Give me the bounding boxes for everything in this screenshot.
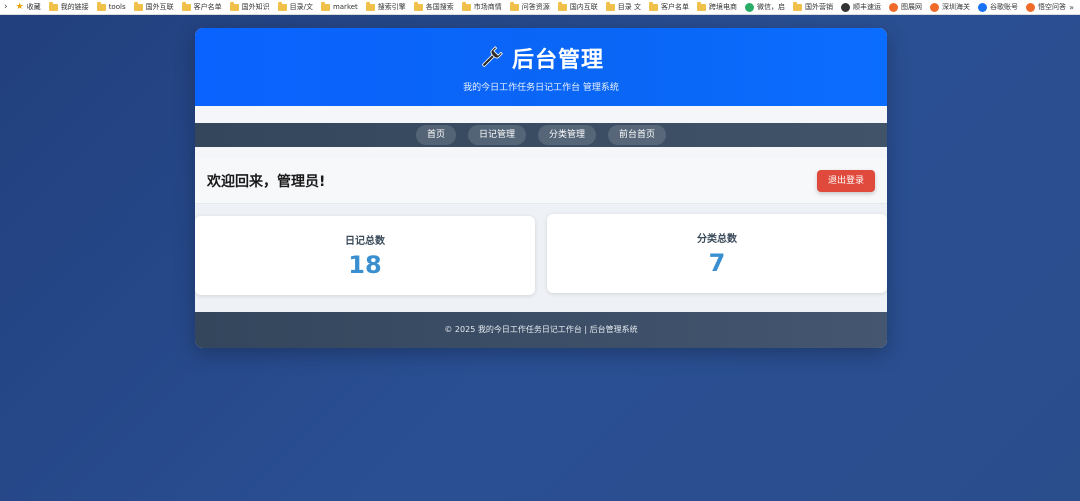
bookmark-item[interactable]: 目录 文 xyxy=(605,0,642,14)
folder-icon xyxy=(229,1,239,11)
bookmarks-bar: › ★ 收藏 我的链接 tools 国外互联 客户名单 国外知识 目录/文 market 搜索引擎… xyxy=(0,0,1080,15)
folder-icon xyxy=(277,1,287,11)
bookmark-item[interactable]: 各国搜索 xyxy=(413,0,454,14)
bookmarks-more-icon[interactable]: » xyxy=(1069,0,1074,14)
bookmark-label: 各国搜索 xyxy=(425,2,454,11)
bookmark-label: 问答资源 xyxy=(521,2,550,11)
nav-item-frontend-home[interactable]: 前台首页 xyxy=(608,125,667,145)
bookmark-item[interactable]: 国外知识 xyxy=(229,0,270,14)
folder-icon xyxy=(133,1,143,11)
header-spacer xyxy=(195,106,887,123)
folder-icon xyxy=(181,1,191,11)
page-title: 后台管理 xyxy=(511,48,604,73)
bookmark-item[interactable]: 跨境电商 xyxy=(697,0,738,14)
bookmark-item[interactable]: 市场商情 xyxy=(461,0,502,14)
folder-icon xyxy=(96,1,106,11)
bookmark-item[interactable]: 图展网 xyxy=(889,0,923,14)
bookmark-label: 国外互联 xyxy=(145,2,174,11)
stat-value: 18 xyxy=(348,251,382,279)
site-icon xyxy=(889,2,899,12)
folder-icon xyxy=(697,1,707,11)
bookmark-label: 国外营销 xyxy=(805,2,834,11)
bookmark-label: 深圳海关 xyxy=(942,2,971,11)
bookmark-item[interactable]: 微信，启 xyxy=(745,0,786,14)
site-icon xyxy=(1026,2,1036,12)
welcome-text: 欢迎回来，管理员! xyxy=(207,173,326,190)
bookmark-item[interactable]: 顺丰速运 xyxy=(841,0,882,14)
page-footer: © 2025 我的今日工作任务日记工作台 | 后台管理系统 xyxy=(195,312,887,348)
bookmark-item[interactable]: 目录/文 xyxy=(277,0,313,14)
bookmark-item[interactable]: market xyxy=(320,0,358,14)
nav-item-category-manage[interactable]: 分类管理 xyxy=(538,125,597,145)
bookmark-item[interactable]: 我的链接 xyxy=(48,0,89,14)
bookmark-item[interactable]: 深圳海关 xyxy=(930,0,971,14)
bookmark-item[interactable]: 客户名单 xyxy=(649,0,690,14)
bookmark-label: 市场商情 xyxy=(473,2,502,11)
wechat-icon xyxy=(745,2,755,12)
sf-icon xyxy=(841,2,851,12)
bookmark-label: 客户名单 xyxy=(661,2,690,11)
stat-card-category-count: 分类总数 7 xyxy=(547,214,887,293)
main-nav: 首页 日记管理 分类管理 前台首页 xyxy=(195,123,887,147)
bookmark-item[interactable]: 国内互联 xyxy=(557,0,598,14)
site-icon xyxy=(930,2,940,12)
folder-icon xyxy=(320,1,330,11)
star-icon: ★ xyxy=(15,1,24,12)
folder-icon xyxy=(365,1,375,11)
bookmark-label: 搜索引擎 xyxy=(377,2,406,11)
folder-icon xyxy=(48,1,58,11)
page-header: 后台管理 我的今日工作任务日记工作台 管理系统 xyxy=(195,28,887,106)
bookmark-item[interactable]: 客户名单 xyxy=(181,0,222,14)
zhihu-icon xyxy=(978,2,988,12)
bookmark-item[interactable]: 国外营销 xyxy=(793,0,834,14)
bookmark-label: 我的链接 xyxy=(60,2,89,11)
nav-item-diary-manage[interactable]: 日记管理 xyxy=(467,125,526,145)
folder-icon xyxy=(649,1,659,11)
wrench-icon xyxy=(482,46,503,67)
bookmark-label: 谷歌账号 xyxy=(990,2,1019,11)
folder-icon xyxy=(793,1,803,11)
bookmark-item[interactable]: 国外互联 xyxy=(133,0,174,14)
page-subtitle: 我的今日工作任务日记工作台 管理系统 xyxy=(463,83,619,93)
bookmark-item[interactable]: 悟空问答 xyxy=(1026,0,1067,14)
logout-button[interactable]: 退出登录 xyxy=(816,169,875,192)
bookmark-label: 国内互联 xyxy=(569,2,598,11)
bookmark-label: 微信，启 xyxy=(757,2,786,11)
bookmark-label: 目录/文 xyxy=(289,2,313,11)
nav-spacer xyxy=(195,147,887,158)
bookmark-item[interactable]: 问答资源 xyxy=(509,0,550,14)
nav-item-home[interactable]: 首页 xyxy=(415,125,456,145)
stat-label: 分类总数 xyxy=(697,234,737,245)
bookmark-label: 图展网 xyxy=(901,2,923,11)
folder-icon xyxy=(557,1,567,11)
folder-icon xyxy=(413,1,423,11)
stat-label: 日记总数 xyxy=(345,236,385,247)
folder-icon xyxy=(509,1,519,11)
folder-icon xyxy=(605,1,615,11)
stat-card-diary-count: 日记总数 18 xyxy=(195,216,535,295)
bookmark-item[interactable]: 搜索引擎 xyxy=(365,0,406,14)
welcome-bar: 欢迎回来，管理员! 退出登录 xyxy=(195,158,887,204)
bookmark-label: market xyxy=(332,2,358,11)
bookmark-label: 跨境电商 xyxy=(709,2,738,11)
stats-area: 日记总数 18 分类总数 7 xyxy=(195,204,887,312)
stat-value: 7 xyxy=(708,249,726,277)
bookmark-item[interactable]: 谷歌账号 xyxy=(978,0,1019,14)
header-title-row: 后台管理 xyxy=(195,42,887,74)
bookmark-item[interactable]: tools xyxy=(96,0,126,14)
bookmark-label: 客户名单 xyxy=(193,2,222,11)
bookmark-label: tools xyxy=(108,2,126,11)
bookmark-label: 收藏 xyxy=(26,2,41,11)
bookmarks-list: ★ 收藏 我的链接 tools 国外互联 客户名单 国外知识 目录/文 market 搜索引擎 各国… xyxy=(15,0,1074,14)
admin-panel: 后台管理 我的今日工作任务日记工作台 管理系统 首页 日记管理 分类管理 前台首… xyxy=(195,28,887,348)
bookmark-label: 悟空问答 xyxy=(1038,2,1067,11)
folder-icon xyxy=(461,1,471,11)
bookmark-item[interactable]: ★ 收藏 xyxy=(15,0,41,14)
bookmark-label: 国外知识 xyxy=(241,2,270,11)
bookmark-label: 顺丰速运 xyxy=(853,2,882,11)
bookmark-label: 目录 文 xyxy=(617,2,642,11)
bookmarks-chevron-icon[interactable]: › xyxy=(4,0,8,14)
